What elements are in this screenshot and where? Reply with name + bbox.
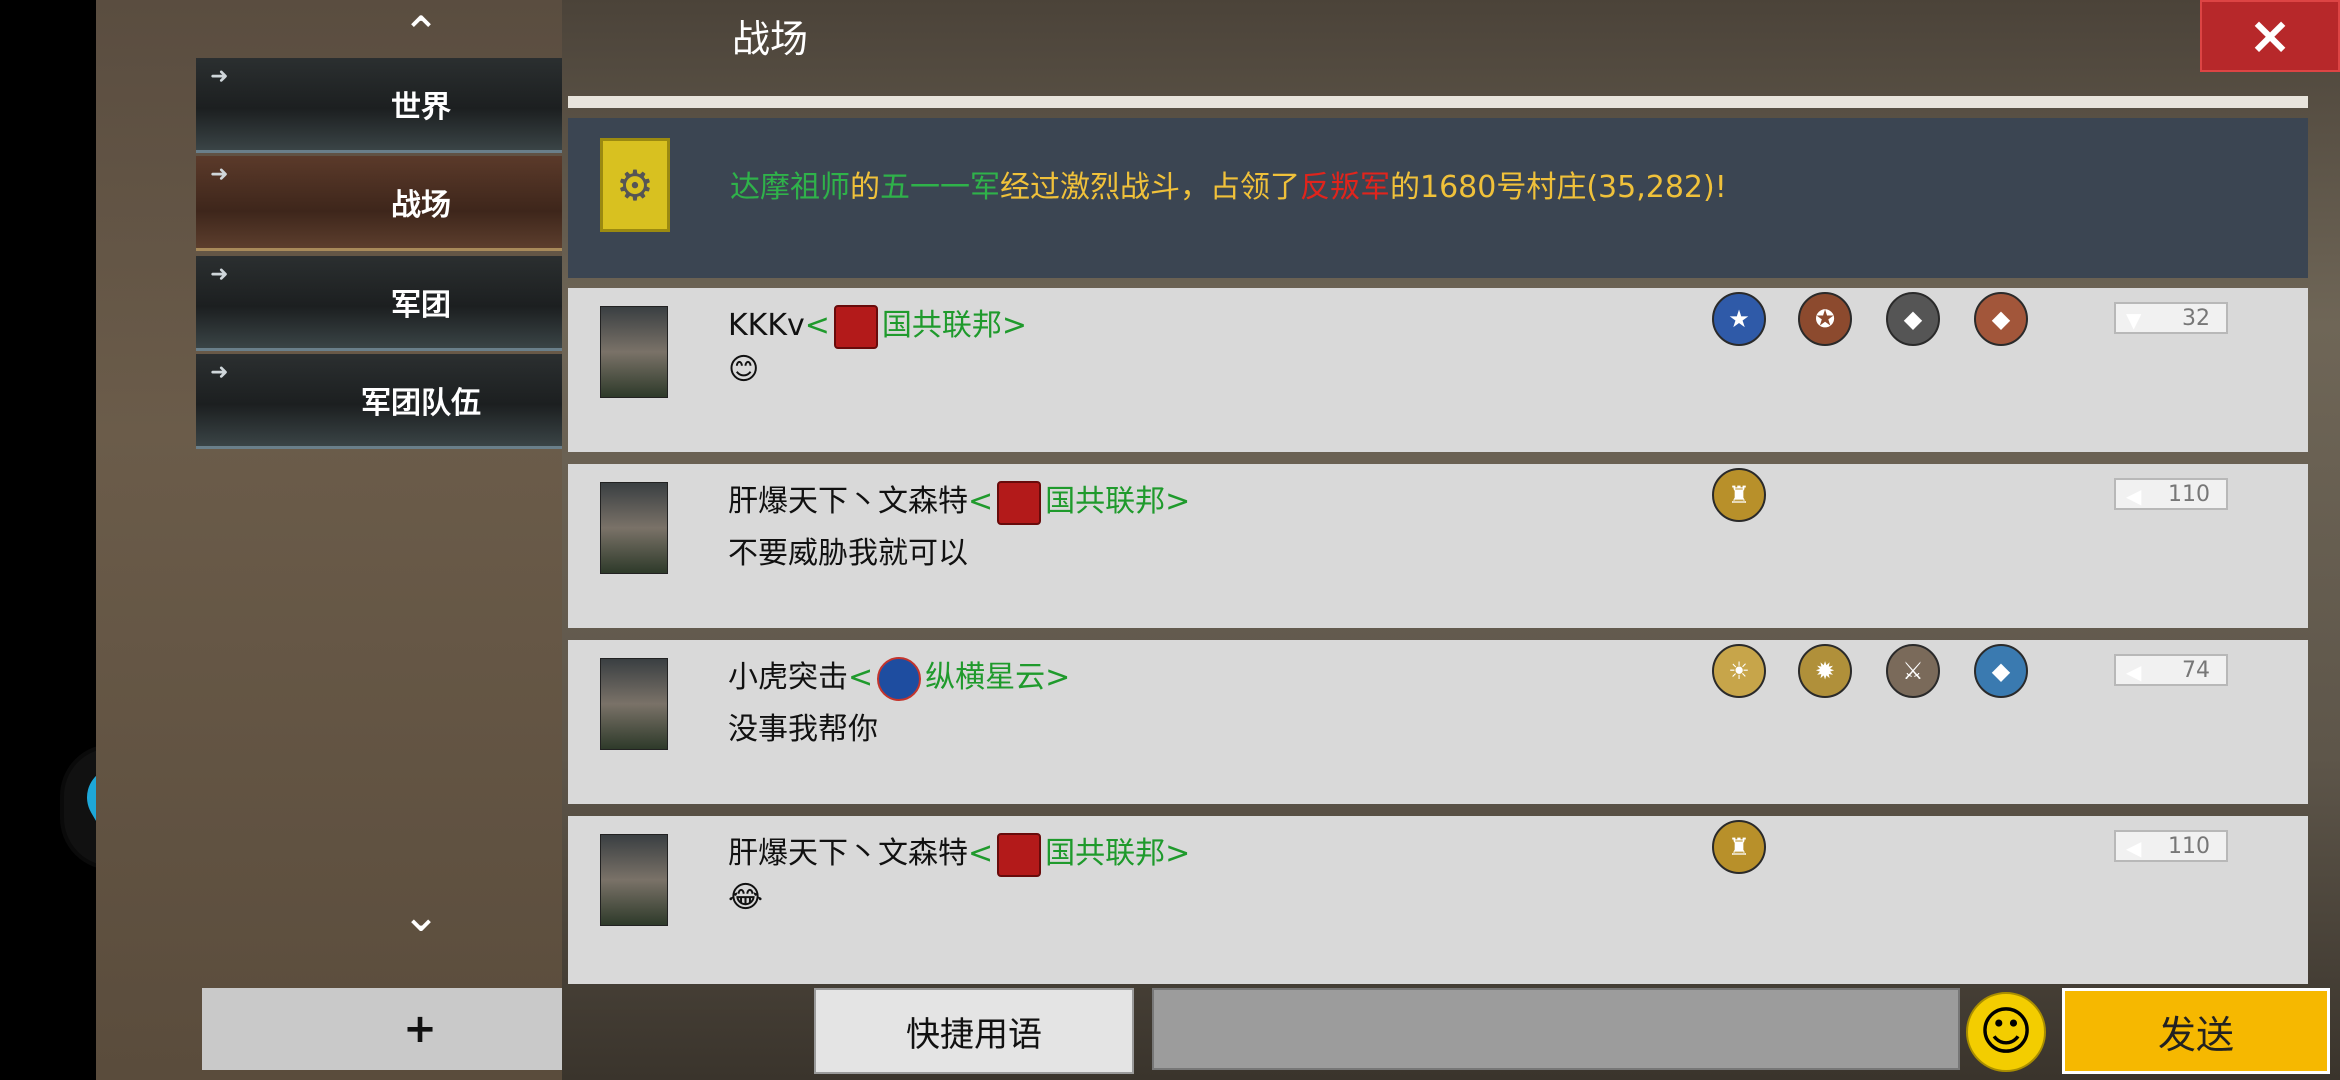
medal-icon: ♜ [1712, 468, 1766, 522]
send-button[interactable]: 发送 [2062, 988, 2330, 1074]
corps-flag-icon [997, 480, 1042, 525]
chat-panel: 战场 × ⚙ 达摩祖师的五一一军经过激烈战斗，占领了反叛军的1680号村庄(35… [562, 0, 2340, 1080]
corps-flag-icon [997, 832, 1042, 877]
corps-name[interactable]: 国共联邦 [1045, 484, 1165, 519]
level-indicator: ◀ 110 [2114, 478, 2228, 510]
avatar[interactable] [600, 306, 668, 398]
medal-icon: ♜ [1712, 820, 1766, 874]
sender-name[interactable]: 小虎突击 [728, 660, 848, 695]
quick-phrases-button[interactable]: 快捷用语 [814, 988, 1134, 1074]
system-message-text: 达摩祖师的五一一军经过激烈战斗，占领了反叛军的1680号村庄(35,282)! [730, 170, 1727, 205]
page-title: 战场 [732, 17, 809, 61]
scroll-down-chevron-icon[interactable]: ⌄ [376, 888, 466, 942]
divider [568, 96, 2308, 108]
pin-icon[interactable]: ➜ [210, 162, 228, 187]
message-input[interactable] [1152, 988, 1960, 1070]
channel-sidebar: ⌃ ➜ 世界 ➜ 战场 ❭ ➜ 军团 ➜ 军团队伍 ⌄ + [96, 0, 646, 1080]
sender-line: KKKv< 国共联邦> [728, 300, 1027, 349]
avatar[interactable] [600, 658, 668, 750]
triangle-icon: ◀ [2126, 836, 2142, 860]
corps-name[interactable]: 纵横星云 [925, 660, 1045, 695]
enemy-name[interactable]: 反叛军 [1300, 170, 1390, 205]
sender-line: 肝爆天下丶文森特< 国共联邦> [728, 828, 1190, 877]
chat-message: KKKv< 国共联邦> 😊 ★ ✪ ◆ ◆ ▼ 32 [568, 288, 2308, 452]
avatar[interactable] [600, 834, 668, 926]
corps-flag-icon [833, 304, 878, 349]
triangle-icon: ▼ [2126, 308, 2142, 332]
message-text: 😊 [728, 352, 760, 387]
sender-line: 小虎突击< 纵横星云> [728, 652, 1070, 701]
sender-name[interactable]: KKKv [728, 308, 805, 343]
system-message: ⚙ 达摩祖师的五一一军经过激烈战斗，占领了反叛军的1680号村庄(35,282)… [568, 118, 2308, 278]
corps-name[interactable]: 五一一军 [880, 170, 1000, 205]
channel-tab-label: 军团队伍 [361, 386, 481, 421]
channel-tab-label: 战场 [391, 188, 451, 223]
level-value: 32 [2182, 305, 2210, 331]
close-button[interactable]: × [2200, 0, 2340, 72]
message-text: 不要威胁我就可以 [728, 536, 968, 571]
triangle-icon: ◀ [2126, 484, 2142, 508]
pin-icon[interactable]: ➜ [210, 64, 228, 89]
sender-name[interactable]: 肝爆天下丶文森特 [728, 484, 968, 519]
triangle-icon: ◀ [2126, 660, 2142, 684]
level-indicator: ◀ 74 [2114, 654, 2228, 686]
level-value: 110 [2168, 481, 2210, 507]
medal-icon: ✹ [1798, 644, 1852, 698]
corps-flag-icon [877, 656, 922, 701]
chat-message: 肝爆天下丶文森特< 国共联邦> 😂 ♜ ◀ 110 [568, 816, 2308, 984]
message-text: 😂 [728, 880, 764, 915]
pin-icon[interactable]: ➜ [210, 360, 228, 385]
channel-tab-label: 世界 [391, 90, 451, 125]
medal-icon: ☀ [1712, 644, 1766, 698]
channel-tab-label: 军团 [391, 288, 451, 323]
level-indicator: ▼ 32 [2114, 302, 2228, 334]
pin-icon[interactable]: ➜ [210, 262, 228, 287]
left-black-margin [0, 0, 96, 1080]
message-text: 没事我帮你 [728, 712, 878, 747]
medal-icon: ✪ [1798, 292, 1852, 346]
scroll-up-chevron-icon[interactable]: ⌃ [376, 6, 466, 60]
level-indicator: ◀ 110 [2114, 830, 2228, 862]
medal-icon: ◆ [1886, 292, 1940, 346]
avatar[interactable] [600, 482, 668, 574]
corps-name[interactable]: 国共联邦 [882, 308, 1002, 343]
level-value: 110 [2168, 833, 2210, 859]
gears-icon: ⚙ [600, 138, 670, 232]
corps-name[interactable]: 国共联邦 [1045, 836, 1165, 871]
chat-message: 小虎突击< 纵横星云> 没事我帮你 ☀ ✹ ⚔ ◆ ◀ 74 [568, 640, 2308, 804]
sender-name[interactable]: 肝爆天下丶文森特 [728, 836, 968, 871]
medal-icon: ⚔ [1886, 644, 1940, 698]
medal-icon: ◆ [1974, 644, 2028, 698]
medal-icon: ◆ [1974, 292, 2028, 346]
emoji-smiley-icon[interactable]: ☺ [1966, 992, 2046, 1072]
player-name[interactable]: 达摩祖师 [730, 170, 850, 205]
medal-icon: ★ [1712, 292, 1766, 346]
sender-line: 肝爆天下丶文森特< 国共联邦> [728, 476, 1190, 525]
chat-message: 肝爆天下丶文森特< 国共联邦> 不要威胁我就可以 ♜ ◀ 110 [568, 464, 2308, 628]
level-value: 74 [2182, 657, 2210, 683]
